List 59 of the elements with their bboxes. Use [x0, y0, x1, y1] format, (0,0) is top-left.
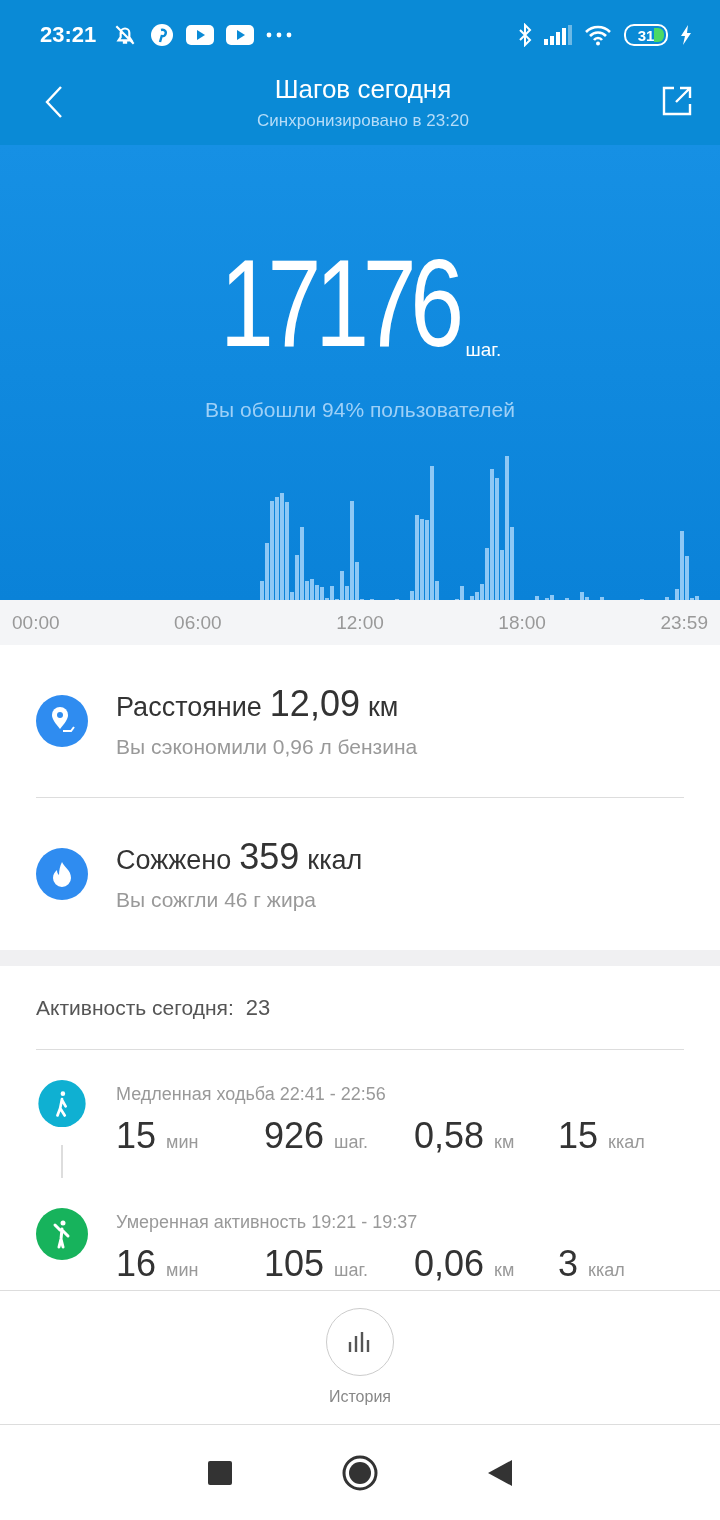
stat-unit: ккал [307, 845, 363, 876]
battery-indicator: 31 [624, 24, 668, 46]
stat-label: Сожжено [116, 845, 232, 876]
stat-note: Вы сэкономили 0,96 л бензина [116, 735, 418, 759]
metric-unit: км [494, 1132, 515, 1153]
time-axis-label: 00:00 [12, 611, 60, 634]
metric-value: 15 [116, 1115, 157, 1157]
step-count: 17176 [219, 241, 458, 365]
activity-label: Активность сегодня: [36, 995, 234, 1020]
metric-value: 105 [264, 1243, 325, 1285]
bluetooth-icon [518, 23, 532, 47]
step-bar [665, 597, 669, 600]
metric-unit: ккал [588, 1260, 625, 1281]
metric-unit: км [494, 1260, 515, 1281]
metric-value: 0,06 [414, 1243, 485, 1285]
time-axis-label: 18:00 [498, 611, 546, 634]
more-icon [266, 32, 293, 38]
share-icon[interactable] [662, 86, 692, 116]
session-title: Умеренная активность 19:21 - 19:37 [116, 1212, 419, 1233]
metric-value: 926 [264, 1115, 325, 1157]
home-icon[interactable] [342, 1454, 378, 1491]
stat-value: 12,09 [269, 683, 360, 725]
wifi-icon [584, 24, 612, 46]
stat-unit: км [367, 692, 399, 723]
screen-title: Шагов сегодня [273, 74, 453, 105]
metric-unit: мин [166, 1132, 199, 1153]
sync-status: Синхронизировано в 23:20 [256, 111, 470, 131]
time-axis-label: 23:59 [660, 611, 708, 634]
metric-value: 15 [558, 1115, 599, 1157]
video-app-icon [186, 25, 215, 45]
time-axis-label: 12:00 [336, 611, 384, 634]
charging-icon [680, 25, 692, 45]
video-app-icon [226, 25, 255, 45]
signal-icon [544, 25, 572, 45]
status-time: 23:21 [40, 22, 97, 48]
flame-icon [36, 848, 88, 900]
pin-app-icon [150, 23, 175, 47]
stat-value: 359 [239, 836, 300, 878]
metric-value: 0,58 [414, 1115, 485, 1157]
step-bar [535, 596, 539, 600]
comparison-text: Вы обошли 94% пользователей [205, 398, 515, 422]
stat-label: Расстояние [116, 692, 262, 723]
metric-value: 3 [558, 1243, 579, 1285]
recent-apps-icon[interactable] [208, 1460, 232, 1485]
activity-count: 23 [245, 994, 271, 1021]
metric-unit: шаг. [334, 1132, 368, 1153]
step-bar [600, 597, 604, 600]
metric-value: 16 [116, 1243, 157, 1285]
back-icon[interactable] [44, 85, 64, 119]
session-title: Медленная ходьба 22:41 - 22:56 [116, 1084, 387, 1105]
back-nav-icon[interactable] [488, 1459, 512, 1486]
metric-unit: мин [166, 1260, 199, 1281]
stat-note: Вы сожгли 46 г жира [116, 888, 317, 912]
step-unit: шаг. [465, 339, 502, 361]
metric-unit: шаг. [334, 1260, 368, 1281]
metric-unit: ккал [608, 1132, 645, 1153]
history-label: История [328, 1388, 391, 1406]
time-axis-label: 06:00 [174, 611, 222, 634]
location-pin-icon [36, 695, 88, 747]
